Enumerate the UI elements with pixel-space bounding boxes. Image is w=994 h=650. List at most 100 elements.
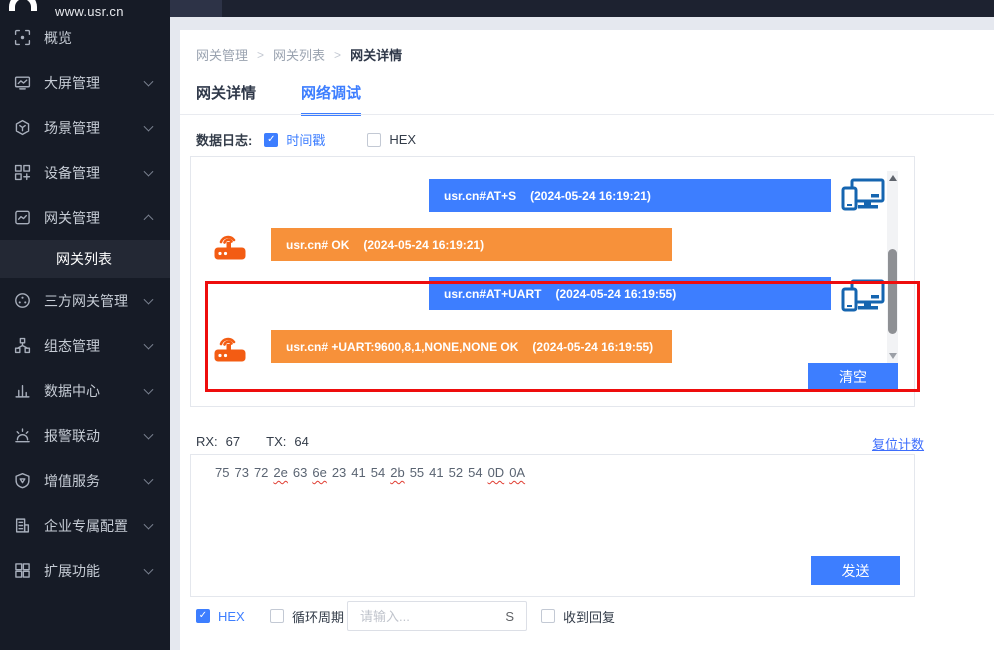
reply-label[interactable]: 收到回复 [563,607,615,626]
overview-icon [14,29,31,46]
sidebar-item-label: 增值服务 [44,471,100,491]
router-icon [213,229,247,261]
sidebar-item-thirdparty-gateway[interactable]: 三方网关管理 [0,278,170,323]
sidebar-item-device-mgmt[interactable]: 设备管理 [0,150,170,195]
scrollbar-thumb[interactable] [888,249,897,334]
sidebar-item-extensions[interactable]: 扩展功能 [0,548,170,593]
data-log-label: 数据日志: [196,130,252,149]
message-text: usr.cn# +UART:9600,8,1,NONE,NONE OK [286,340,518,354]
hex-input-area[interactable]: 7573722e636e2341542b554152540D0A 发送 [190,454,915,597]
sidebar-item-label: 设备管理 [44,163,100,183]
timestamp-label[interactable]: 时间戳 [286,130,325,149]
hex-byte: 75 [215,465,229,480]
message-timestamp: (2024-05-24 16:19:21) [363,238,484,252]
breadcrumb-gateway-list[interactable]: 网关列表 [273,45,325,64]
breadcrumb-gateway-mgmt[interactable]: 网关管理 [196,45,248,64]
hex-value: 7573722e636e2341542b554152540D0A [215,465,530,480]
alarm-icon [14,427,31,444]
sidebar-item-label: 组态管理 [44,336,100,356]
sidebar-item-label: 概览 [44,28,72,48]
sidebar-item-value-added-services[interactable]: 增值服务 [0,458,170,503]
data-center-icon [14,382,31,399]
message-log-panel: usr.cn#AT+S (2024-05-24 16:19:21) [190,156,915,407]
tx-label: TX: [266,434,286,449]
sidebar-item-label: 大屏管理 [44,73,100,93]
sidebar-item-label: 数据中心 [44,381,100,401]
sidebar-item-label: 网关管理 [44,208,100,228]
cycle-unit-label: S [505,609,514,624]
message-timestamp: (2024-05-24 16:19:55) [555,287,676,301]
chevron-down-icon [144,294,154,304]
sidebar-item-alarm-linkage[interactable]: 报警联动 [0,413,170,458]
message-text: usr.cn#AT+UART [444,287,541,301]
extensions-icon [14,562,31,579]
hex-byte: 55 [410,465,424,480]
hex-byte: 23 [332,465,346,480]
value-added-icon [14,472,31,489]
sidebar-menu: 概览 大屏管理 场景管理 设备管理 [0,15,170,593]
hex-byte: 52 [449,465,463,480]
big-screen-icon [14,74,31,91]
data-log-options: 数据日志: 时间戳 HEX [196,130,416,149]
breadcrumb: 网关管理 > 网关列表 > 网关详情 [196,45,402,64]
message-timestamp: (2024-05-24 16:19:21) [530,189,651,203]
hex-byte: 73 [234,465,248,480]
cycle-checkbox[interactable] [270,609,284,623]
sidebar-item-gateway-list[interactable]: 网关列表 [0,240,170,278]
reset-count-link[interactable]: 复位计数 [872,434,924,453]
device-mgmt-icon [14,164,31,181]
sidebar-item-screen-mgmt[interactable]: 大屏管理 [0,60,170,105]
hex-byte: 2b [390,465,404,480]
hex-byte: 54 [371,465,385,480]
tab-network-debug[interactable]: 网络调试 [301,82,361,107]
message-text: usr.cn# OK [286,238,349,252]
hex-send-label[interactable]: HEX [218,609,245,624]
hex-log-label[interactable]: HEX [389,132,416,147]
cycle-period-input[interactable] [360,609,499,624]
sidebar-item-enterprise-config[interactable]: 企业专属配置 [0,503,170,548]
sidebar-item-data-center[interactable]: 数据中心 [0,368,170,413]
topbar [170,0,994,17]
sidebar-item-label: 场景管理 [44,118,100,138]
hex-send-checkbox[interactable] [196,609,210,623]
breadcrumb-gateway-detail: 网关详情 [350,45,402,64]
chevron-down-icon [144,519,154,529]
chevron-down-icon [144,166,154,176]
clear-button[interactable]: 清空 [808,363,898,391]
sidebar-item-overview[interactable]: 概览 [0,15,170,60]
enterprise-icon [14,517,31,534]
chevron-up-icon [144,214,154,224]
hex-byte: 2e [273,465,287,480]
log-scrollbar[interactable] [887,171,898,363]
third-party-gateway-icon [14,292,31,309]
sidebar-item-config-mgmt[interactable]: 组态管理 [0,323,170,368]
hex-byte: 54 [468,465,482,480]
send-button[interactable]: 发送 [811,556,900,585]
scroll-down-arrow-icon[interactable] [889,353,897,359]
scroll-up-arrow-icon[interactable] [889,175,897,181]
configuration-icon [14,337,31,354]
chevron-down-icon [144,474,154,484]
tab-gateway-detail[interactable]: 网关详情 [196,82,256,107]
tab-bar: 网关详情 网络调试 [196,82,406,107]
hex-log-checkbox[interactable] [367,133,381,147]
sidebar-item-gateway-mgmt[interactable]: 网关管理 [0,195,170,240]
sent-message-bubble: usr.cn#AT+S (2024-05-24 16:19:21) [429,179,831,212]
reply-checkbox[interactable] [541,609,555,623]
breadcrumb-separator: > [334,48,341,62]
message-timestamp: (2024-05-24 16:19:55) [532,340,653,354]
rx-label: RX: [196,434,218,449]
gateway-icon [14,209,31,226]
timestamp-checkbox[interactable] [264,133,278,147]
hex-byte: 41 [429,465,443,480]
screen: www.usr.cn 概览 大屏管理 场景管理 [0,0,994,650]
chevron-down-icon [144,339,154,349]
hex-byte: 41 [351,465,365,480]
computer-device-icon [841,279,885,315]
sidebar: www.usr.cn 概览 大屏管理 场景管理 [0,0,170,650]
router-icon [213,331,247,363]
sidebar-item-scene-mgmt[interactable]: 场景管理 [0,105,170,150]
chevron-down-icon [144,121,154,131]
hex-byte: 6e [312,465,326,480]
cycle-label[interactable]: 循环周期 [292,607,344,626]
